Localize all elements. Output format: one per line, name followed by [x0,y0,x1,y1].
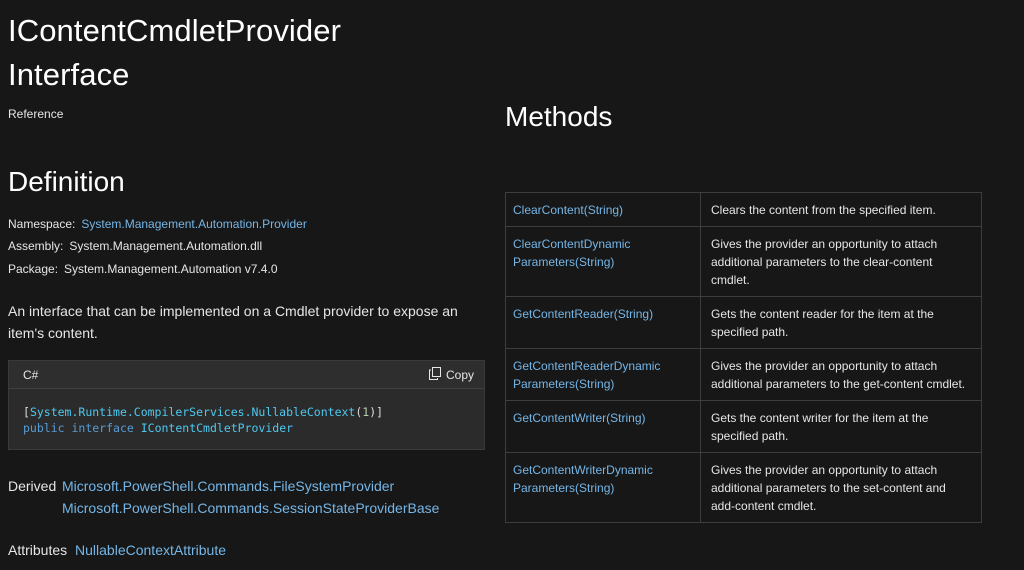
namespace-label: Namespace: [8,217,76,231]
derived-link-sessionstateproviderbase[interactable]: Microsoft.PowerShell.Commands.SessionSta… [62,497,439,519]
derived-link-filesystemprovider[interactable]: Microsoft.PowerShell.Commands.FileSystem… [62,475,394,497]
method-name-cell: GetContentWriterDynamic Parameters(Strin… [505,452,701,523]
method-description: Clears the content from the specified it… [700,192,982,227]
code-token: public [23,421,65,435]
method-link[interactable]: ClearContent(String) [513,203,623,217]
code-token: interface [71,421,134,435]
table-row: GetContentWriter(String) Gets the conten… [505,400,982,453]
method-description: Gives the provider an opportunity to att… [700,452,982,523]
summary-text: An interface that can be implemented on … [8,303,458,341]
method-description: Gets the content reader for the item at … [700,296,982,349]
copy-button[interactable]: Copy [428,366,474,383]
code-token: System.Runtime.CompilerServices.Nullable… [29,405,356,419]
method-name-cell: GetContentWriter(String) [505,400,701,453]
methods-heading: Methods [505,101,613,132]
assembly-value: System.Management.Automation.dll [69,239,263,253]
method-name-cell: ClearContentDynamic Parameters(String) [505,226,701,297]
attributes-row: Attributes NullableContextAttribute [8,541,226,559]
page-title-line1: IContentCmdletProvider [8,13,342,48]
code-block: C# Copy [System.Runtime.CompilerServices… [8,360,485,450]
reference-label: Reference [8,107,64,121]
code-token: [ [23,405,30,419]
package-value: System.Management.Automation v7.4.0 [64,262,278,276]
table-row: ClearContentDynamic Parameters(String) G… [505,226,982,297]
definition-heading: Definition [8,166,125,197]
method-link[interactable]: GetContentReaderDynamic Parameters(Strin… [513,359,660,391]
method-name-cell: GetContentReader(String) [505,296,701,349]
code-header: C# Copy [9,361,484,389]
code-language: C# [23,367,39,382]
copy-label: Copy [445,367,474,382]
copy-icon [428,366,441,383]
method-link[interactable]: GetContentWriter(String) [513,411,646,425]
method-link[interactable]: GetContentWriterDynamic Parameters(Strin… [513,463,653,495]
table-row: GetContentReader(String) Gets the conten… [505,296,982,349]
namespace-row: Namespace: System.Management.Automation.P… [8,216,307,232]
page-title: IContentCmdletProvider Interface [8,9,341,97]
methods-table: ClearContent(String) Clears the content … [505,192,982,523]
method-description: Gives the provider an opportunity to att… [700,348,982,401]
page-title-line2: Interface [8,57,130,92]
code-token: )] [369,405,384,419]
method-name-cell: ClearContent(String) [505,192,701,227]
namespace-link[interactable]: System.Management.Automation.Provider [81,217,306,231]
code-token: IContentCmdletProvider [140,421,294,435]
method-link[interactable]: ClearContentDynamic Parameters(String) [513,237,630,269]
table-row: GetContentWriterDynamic Parameters(Strin… [505,452,982,523]
assembly-row: Assembly: System.Management.Automation.dl… [8,238,262,254]
table-row: GetContentReaderDynamic Parameters(Strin… [505,348,982,401]
package-label: Package: [8,262,59,276]
method-name-cell: GetContentReaderDynamic Parameters(Strin… [505,348,701,401]
method-description: Gives the provider an opportunity to att… [700,226,982,297]
attributes-link[interactable]: NullableContextAttribute [75,542,226,558]
package-row: Package: System.Management.Automation v7.… [8,261,278,277]
assembly-label: Assembly: [8,239,64,253]
table-row: ClearContent(String) Clears the content … [505,192,982,227]
code-line-2: public interface IContentCmdletProvider [23,420,470,436]
code-body: [System.Runtime.CompilerServices.Nullabl… [9,389,484,436]
method-description: Gets the content writer for the item at … [700,400,982,453]
attributes-label: Attributes [8,542,68,558]
derived-label: Derived [8,478,57,494]
code-line-1: [System.Runtime.CompilerServices.Nullabl… [23,404,470,420]
method-link[interactable]: GetContentReader(String) [513,307,653,321]
